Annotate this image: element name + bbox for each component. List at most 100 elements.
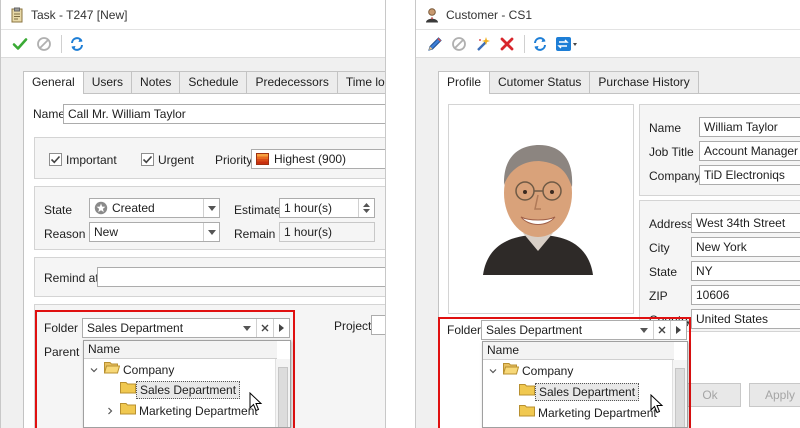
zip-input[interactable]: 10606: [691, 285, 800, 305]
reason-value: New: [94, 225, 119, 239]
folder-icon: [519, 383, 535, 401]
state-star-icon: [94, 201, 108, 217]
tab-schedule[interactable]: Schedule: [179, 71, 248, 93]
name-input[interactable]: Call Mr. William Taylor: [63, 104, 385, 124]
tree-node-company[interactable]: Company: [90, 361, 177, 379]
chevron-down-icon[interactable]: [239, 319, 255, 337]
folder-open-icon: [103, 361, 121, 379]
folder-icon: [120, 381, 136, 399]
customer-titlebar: Customer - CS1: [416, 0, 800, 30]
clear-icon[interactable]: [256, 319, 272, 337]
state-label: State: [44, 203, 73, 217]
tree-node-label: Sales Department: [535, 383, 640, 401]
scrollbar-thumb[interactable]: [675, 368, 685, 427]
project-label: Project: [334, 319, 372, 333]
tab-purchase-history[interactable]: Purchase History: [589, 71, 699, 93]
tree-node-label: Company: [123, 363, 175, 377]
customer-tabs: Profile Cutomer Status Purchase History: [438, 71, 699, 94]
folder-select[interactable]: Sales Department: [481, 320, 687, 340]
popup-name-header: Name: [483, 342, 674, 360]
scrollbar-thumb[interactable]: [278, 367, 288, 427]
important-checkbox[interactable]: [49, 153, 62, 166]
tree-node-marketing-department[interactable]: Marketing Department: [106, 402, 261, 420]
reason-select[interactable]: New: [89, 222, 220, 242]
edit-pencil-icon[interactable]: [424, 33, 446, 55]
task-toolbar: [1, 30, 385, 58]
tab-customer-status[interactable]: Cutomer Status: [489, 71, 591, 93]
state-input[interactable]: NY: [691, 261, 800, 281]
chevron-down-icon[interactable]: [636, 321, 652, 339]
tree-node-label: Marketing Department: [538, 406, 657, 420]
popup-scrollbar[interactable]: [672, 360, 687, 427]
tree-node-company[interactable]: Company: [489, 362, 576, 380]
folder-value: Sales Department: [87, 321, 184, 335]
refresh-icon[interactable]: [66, 33, 88, 55]
tree-node-sales-department[interactable]: Sales Department: [519, 383, 640, 401]
tab-notes[interactable]: Notes: [131, 71, 181, 93]
zip-label: ZIP: [649, 289, 668, 303]
task-titlebar: Task - T247 [New]: [1, 0, 385, 30]
state-label: State: [649, 265, 678, 279]
job-title-label: Job Title: [649, 145, 694, 159]
remain-value: 1 hour(s): [279, 222, 375, 242]
tab-time-log[interactable]: Time log: [336, 71, 385, 93]
chevron-down-icon[interactable]: [203, 199, 219, 217]
state-value: Created: [112, 201, 155, 215]
remain-label: Remain: [234, 227, 276, 241]
chevron-right-icon[interactable]: [273, 319, 289, 337]
chevron-right-icon[interactable]: [670, 321, 686, 339]
refresh-icon[interactable]: [529, 33, 551, 55]
state-group: State Created Estimate 1 hour(s) Reason …: [34, 186, 385, 250]
job-title-input[interactable]: Account Manager: [699, 141, 800, 161]
folder-label: Folder: [447, 323, 482, 337]
company-label: Company: [649, 169, 701, 183]
state-select[interactable]: Created: [89, 198, 220, 218]
address-input[interactable]: West 34th Street: [691, 213, 800, 233]
tree-node-marketing-department[interactable]: Marketing Department: [519, 404, 660, 422]
folder-open-icon: [502, 362, 520, 380]
remind-at-input[interactable]: [97, 267, 385, 287]
tree-node-label: Company: [522, 364, 574, 378]
apply-button[interactable]: Apply: [749, 383, 800, 407]
task-window-title: Task - T247 [New]: [31, 7, 128, 22]
urgent-checkbox[interactable]: [141, 153, 154, 166]
folder-select[interactable]: Sales Department: [82, 318, 290, 338]
tree-node-sales-department[interactable]: Sales Department: [120, 381, 241, 399]
popup-scrollbar[interactable]: [275, 359, 290, 427]
magic-wand-icon[interactable]: [472, 33, 494, 55]
estimate-spinner[interactable]: 1 hour(s): [279, 198, 375, 218]
cancel-icon[interactable]: [33, 33, 55, 55]
tree-node-label: Marketing Department: [139, 404, 258, 418]
transfer-icon[interactable]: [553, 33, 581, 55]
customer-portrait: [463, 125, 613, 275]
clear-icon[interactable]: [653, 321, 669, 339]
urgent-label: Urgent: [158, 153, 195, 167]
customer-name-input[interactable]: William Taylor: [699, 117, 800, 137]
name-label: Name: [33, 107, 66, 121]
task-tabs: General Users Notes Schedule Predecessor…: [23, 71, 385, 94]
delete-icon[interactable]: [496, 33, 518, 55]
tab-users[interactable]: Users: [82, 71, 133, 93]
user-icon: [424, 7, 440, 23]
company-input[interactable]: TiD Electroniqs: [699, 165, 800, 185]
priority-flag-icon: [256, 153, 269, 165]
city-label: City: [649, 241, 670, 255]
save-check-icon[interactable]: [9, 33, 31, 55]
project-input[interactable]: [371, 315, 385, 335]
folder-icon: [120, 402, 136, 420]
chevron-down-icon[interactable]: [203, 223, 219, 241]
customer-toolbar: [416, 30, 800, 58]
folder-value: Sales Department: [486, 323, 583, 337]
country-input[interactable]: United States: [691, 309, 800, 329]
tab-general[interactable]: General: [23, 71, 84, 94]
spin-buttons[interactable]: [358, 199, 374, 217]
chevron-down-icon: [489, 369, 497, 374]
parent-label: Parent: [44, 345, 80, 359]
tab-predecessors[interactable]: Predecessors: [246, 71, 338, 93]
cancel-icon[interactable]: [448, 33, 470, 55]
priority-select[interactable]: Highest (900): [251, 149, 385, 169]
city-input[interactable]: New York: [691, 237, 800, 257]
estimate-value: 1 hour(s): [284, 201, 333, 215]
folder-icon: [519, 404, 535, 422]
tab-profile[interactable]: Profile: [438, 71, 491, 94]
